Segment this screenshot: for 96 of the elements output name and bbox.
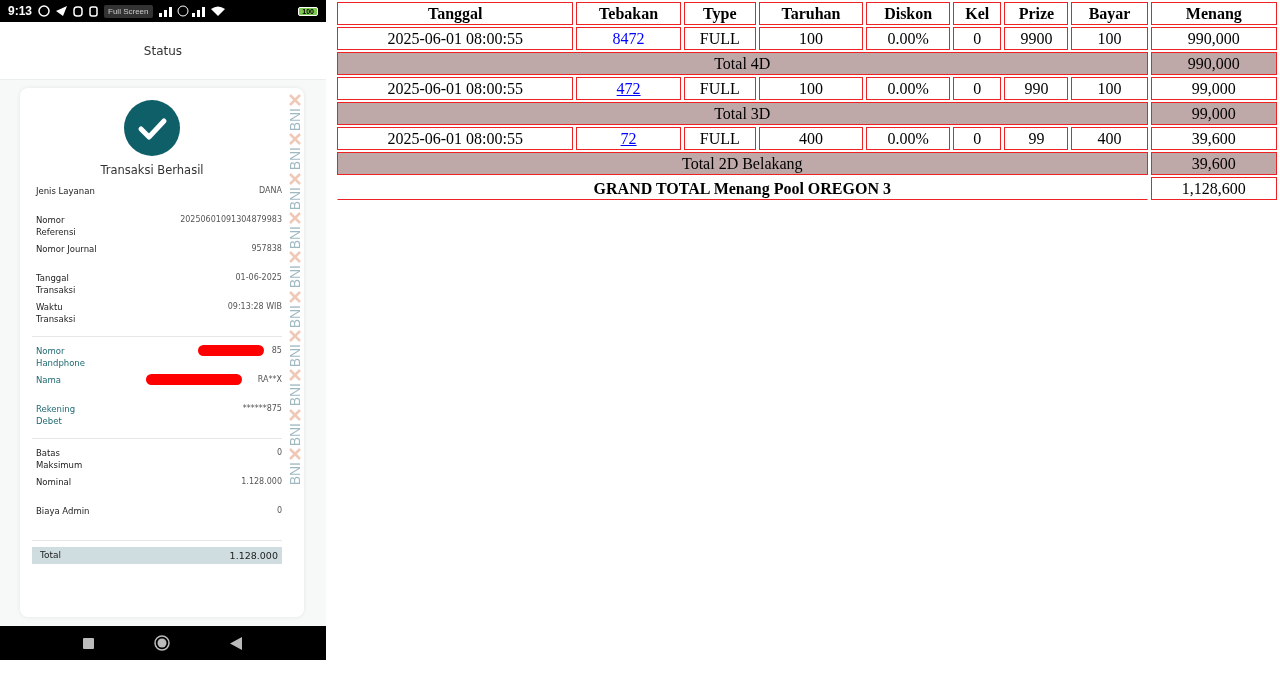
detail-value: RA**X <box>257 374 282 386</box>
detail-value: DANA <box>259 185 282 197</box>
table-cell: 100 <box>758 77 864 100</box>
table-cell: 100 <box>1071 27 1148 50</box>
detail-label: Nama <box>36 374 63 386</box>
detail-value: 09:13:28 WIB <box>227 301 282 313</box>
detail-label: Waktu Transaksi <box>36 301 77 325</box>
cross-mark-icon <box>288 212 301 225</box>
detail-label: Biaya Admin <box>36 505 91 517</box>
detail-label: Rekening Debet <box>36 403 77 427</box>
table-cell: 2025-06-01 08:00:55 <box>336 127 574 150</box>
subtotal-value: 39,600 <box>1150 152 1277 175</box>
bank-watermark-text: BNI <box>287 186 302 211</box>
grand-total-value: 1,128,600 <box>1150 177 1277 200</box>
cross-mark-icon <box>288 133 301 146</box>
table-cell: 100 <box>758 27 864 50</box>
detail-label: Batas Maksimum <box>36 447 84 471</box>
table-cell: 100 <box>1071 77 1148 100</box>
column-header: Diskon <box>866 2 951 25</box>
table-cell: 99 <box>1004 127 1069 150</box>
detail-value: 957838 <box>251 243 282 255</box>
cross-mark-icon <box>288 251 301 264</box>
recents-icon[interactable] <box>83 637 95 649</box>
cross-mark-icon <box>288 408 301 421</box>
detail-value: 0 <box>276 447 282 459</box>
bank-watermark-text: BNI <box>287 108 302 132</box>
detail-label: Nomor Journal <box>36 243 98 255</box>
column-header: Tebakan <box>576 2 681 25</box>
total-value: 1.128.000 <box>229 550 278 561</box>
table-cell: 0 <box>953 27 1002 50</box>
table-cell: 400 <box>758 127 864 150</box>
detail-label: Jenis Layanan <box>36 185 96 197</box>
circle-icon <box>38 5 51 17</box>
table-cell: FULL <box>683 127 756 150</box>
subtotal-label: Total 2D Belakang <box>336 152 1148 175</box>
success-check-icon <box>124 100 180 156</box>
detail-value: 20250601091304879983 <box>180 214 282 226</box>
table-cell: 9900 <box>1004 27 1069 50</box>
subtotal-label: Total 4D <box>336 52 1148 75</box>
column-header: Type <box>683 2 756 25</box>
bet-number-link[interactable]: 472 <box>616 79 641 97</box>
table-cell: FULL <box>683 27 756 50</box>
table-cell: 990,000 <box>1150 27 1277 50</box>
table-cell: 2025-06-01 08:00:55 <box>336 27 574 50</box>
bet-number-link[interactable]: 72 <box>620 129 637 147</box>
column-header: Taruhan <box>758 2 864 25</box>
table-cell: 0.00% <box>866 127 951 150</box>
detail-value: 01-06-2025 <box>235 272 282 284</box>
bank-watermark-text: BNI <box>287 383 302 407</box>
table-cell: 2025-06-01 08:00:55 <box>336 77 574 100</box>
table-cell: 400 <box>1071 127 1148 150</box>
column-header: Bayar <box>1071 2 1148 25</box>
column-header: Kel <box>953 2 1002 25</box>
bank-watermark-text: BNI <box>287 462 302 486</box>
back-icon[interactable] <box>230 636 243 650</box>
column-header: Tanggal <box>336 2 574 25</box>
cross-mark-icon <box>288 94 301 106</box>
bank-watermark-text: BNI <box>287 265 302 289</box>
bank-watermark-text: BNI <box>287 304 302 329</box>
home-icon[interactable] <box>154 635 171 651</box>
cross-mark-icon <box>288 448 301 461</box>
cross-mark-icon <box>288 172 301 185</box>
page-title: Status <box>143 43 183 58</box>
table-cell: 990 <box>1004 77 1069 100</box>
subtotal-value: 99,000 <box>1150 102 1277 125</box>
table-cell: 0.00% <box>866 77 951 100</box>
table-cell: 99,000 <box>1150 77 1277 100</box>
detail-label: Nominal <box>36 476 73 488</box>
table-cell: 0 <box>953 77 1002 100</box>
detail-label: Nomor Handphone <box>36 345 86 369</box>
table-cell: 0 <box>953 127 1002 150</box>
send-icon <box>56 6 68 16</box>
detail-label: Nomor Referensi <box>36 214 77 238</box>
detail-value: 85 <box>271 345 282 357</box>
column-header: Menang <box>1150 2 1277 25</box>
bank-watermark-text: BNI <box>287 344 302 368</box>
clock-time: 9:13 <box>8 4 33 18</box>
table-cell: 39,600 <box>1150 127 1277 150</box>
table-cell: FULL <box>683 77 756 100</box>
total-label: Total <box>40 550 62 561</box>
detail-label: Tanggal Transaksi <box>36 272 77 296</box>
screen-tooltip: Full Screen <box>104 4 153 18</box>
bank-watermark-text: BNI <box>287 226 302 250</box>
subtotal-value: 990,000 <box>1150 52 1277 75</box>
detail-value: ******875 <box>242 403 282 415</box>
cross-mark-icon <box>288 330 301 343</box>
column-header: Prize <box>1004 2 1069 25</box>
bank-watermark-text: BNI <box>287 147 302 171</box>
subtotal-label: Total 3D <box>336 102 1148 125</box>
table-cell: 0.00% <box>866 27 951 50</box>
cross-mark-icon <box>288 290 301 303</box>
result-message: Transaksi Berhasil <box>100 163 204 177</box>
detail-value: 1.128.000 <box>241 476 282 488</box>
detail-value: 0 <box>276 505 282 517</box>
cross-mark-icon <box>288 369 301 382</box>
bank-watermark-text: BNI <box>287 422 302 447</box>
